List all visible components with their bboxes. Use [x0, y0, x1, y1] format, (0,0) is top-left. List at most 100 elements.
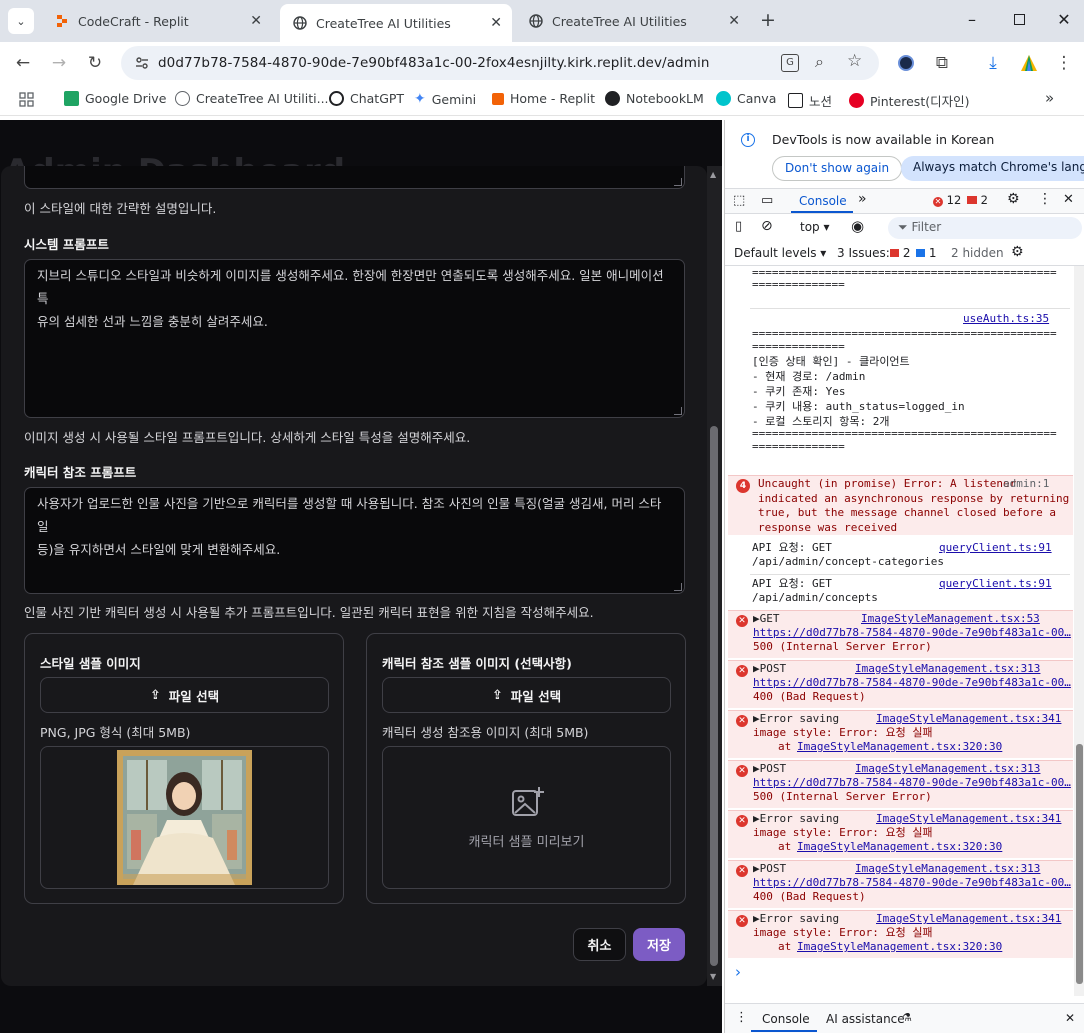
issues-error-count[interactable]: 2	[890, 246, 910, 260]
close-icon[interactable]: ✕	[490, 15, 502, 31]
console-error-post[interactable]: ✕ ▶POST ImageStyleManagement.tsx:313 htt…	[728, 860, 1073, 908]
stack-link[interactable]: ImageStyleManagement.tsx:320:30	[797, 940, 1002, 953]
request-url[interactable]: https://d0d77b78-7584-4870-90de-7e90bf48…	[753, 876, 1071, 889]
console-error-post[interactable]: ✕ ▶POST ImageStyleManagement.tsx:313 htt…	[728, 760, 1073, 808]
source-link[interactable]: ImageStyleManagement.tsx:341	[876, 912, 1061, 925]
console-error-get[interactable]: ✕ ▶GET ImageStyleManagement.tsx:53 https…	[728, 610, 1073, 658]
description-textarea[interactable]	[24, 166, 685, 189]
drawer-tab-ai-assistance[interactable]: AI assistance	[826, 1012, 905, 1026]
source-link[interactable]: ImageStyleManagement.tsx:53	[861, 612, 1040, 625]
source-link[interactable]: ImageStyleManagement.tsx:313	[855, 862, 1040, 875]
bookmark-gemini[interactable]: ✦ Gemini	[414, 91, 476, 107]
sidebar-toggle-icon[interactable]: ▯	[735, 219, 742, 234]
source-link-useauth[interactable]: useAuth.ts:35	[963, 312, 1049, 325]
close-devtools-icon[interactable]: ✕	[1063, 192, 1074, 207]
maximize-icon[interactable]	[1009, 10, 1029, 29]
close-window-icon[interactable]: ✕	[1054, 10, 1074, 29]
cancel-button[interactable]: 취소	[573, 928, 626, 961]
context-selector[interactable]: top ▾	[800, 220, 830, 234]
console-error-saving[interactable]: ✕ ▶Error saving ImageStyleManagement.tsx…	[728, 710, 1073, 758]
bookmark-createtree[interactable]: CreateTree AI Utiliti...	[175, 91, 329, 106]
issues-label[interactable]: 3 Issues:	[837, 246, 890, 260]
close-drawer-icon[interactable]: ✕	[1065, 1011, 1075, 1025]
drawer-tab-console[interactable]: Console	[762, 1012, 810, 1026]
warn-count-badge[interactable]: 2	[967, 193, 988, 207]
character-file-select-button[interactable]: ⇪ 파일 선택	[382, 677, 671, 713]
console-error-saving[interactable]: ✕ ▶Error saving ImageStyleManagement.tsx…	[728, 810, 1073, 858]
error-source[interactable]: admin:1	[1003, 477, 1049, 490]
console-settings-icon[interactable]: ⚙	[1011, 244, 1024, 260]
zoom-icon[interactable]: ⌕	[815, 52, 824, 72]
console-scrollbar-thumb[interactable]	[1076, 744, 1083, 984]
request-url[interactable]: https://d0d77b78-7584-4870-90de-7e90bf48…	[753, 676, 1071, 689]
tab-createtree-active[interactable]: CreateTree AI Utilities ✕	[280, 4, 512, 42]
translate-icon[interactable]: G	[781, 54, 799, 72]
bookmark-google-drive[interactable]: Google Drive	[64, 91, 166, 106]
scrollbar-thumb[interactable]	[710, 426, 718, 966]
console-error-saving[interactable]: ✕ ▶Error saving ImageStyleManagement.tsx…	[728, 910, 1073, 958]
close-icon[interactable]: ✕	[250, 13, 262, 29]
bookmark-notebooklm[interactable]: NotebookLM	[605, 91, 704, 106]
reload-icon[interactable]: ↻	[85, 53, 105, 73]
close-icon[interactable]: ✕	[728, 13, 740, 29]
stack-link[interactable]: ImageStyleManagement.tsx:320:30	[797, 740, 1002, 753]
request-url[interactable]: https://d0d77b78-7584-4870-90de-7e90bf48…	[753, 776, 1071, 789]
dialog-scrollbar[interactable]: ▲ ▼	[707, 166, 722, 986]
more-bookmarks-icon[interactable]: »	[1045, 89, 1054, 107]
profile-icon[interactable]	[1019, 53, 1039, 73]
tab-console[interactable]: Console	[799, 194, 847, 208]
devtools-menu-icon[interactable]: ⋮	[1038, 191, 1052, 207]
issues-info-count[interactable]: 1	[916, 246, 936, 260]
settings-gear-icon[interactable]: ⚙	[1007, 191, 1020, 207]
bookmark-chatgpt[interactable]: ChatGPT	[329, 91, 404, 106]
tab-codecraft[interactable]: CodeCraft - Replit ✕	[42, 6, 272, 36]
device-toolbar-icon[interactable]: ▭	[761, 193, 773, 208]
eye-icon[interactable]: ◉	[851, 217, 864, 235]
extension-circle-icon[interactable]	[896, 53, 916, 73]
dont-show-again-button[interactable]: Don't show again	[772, 156, 903, 181]
scroll-down-icon[interactable]: ▼	[710, 972, 716, 981]
save-button[interactable]: 저장	[633, 928, 685, 961]
site-info-icon[interactable]	[133, 54, 151, 72]
console-error-uncaught[interactable]: 4 Uncaught (in promise) Error: A listene…	[728, 475, 1073, 535]
character-prompt-textarea[interactable]: 사용자가 업로드한 인물 사진을 기반으로 캐릭터를 생성할 때 사용됩니다. …	[24, 487, 685, 594]
scroll-up-icon[interactable]: ▲	[710, 170, 716, 179]
style-file-select-button[interactable]: ⇪ 파일 선택	[40, 677, 329, 713]
drawer-menu-icon[interactable]: ⋮	[735, 1010, 748, 1025]
system-prompt-textarea[interactable]: 지브리 스튜디오 스타일과 비슷하게 이미지를 생성해주세요. 한장에 한장면만…	[24, 259, 685, 418]
more-tabs-icon[interactable]: »	[858, 191, 867, 207]
source-link[interactable]: ImageStyleManagement.tsx:341	[876, 712, 1061, 725]
tab-search-button[interactable]: ⌄	[8, 8, 34, 34]
back-arrow-icon[interactable]: ←	[13, 53, 33, 73]
source-link[interactable]: ImageStyleManagement.tsx:313	[855, 762, 1040, 775]
always-match-language-button[interactable]: Always match Chrome's language	[901, 156, 1084, 181]
tab-createtree[interactable]: CreateTree AI Utilities ✕	[516, 6, 750, 36]
resize-grip[interactable]	[674, 178, 682, 186]
resize-grip[interactable]	[674, 583, 682, 591]
new-tab-button[interactable]: +	[760, 9, 776, 31]
bookmark-pinterest[interactable]: Pinterest(디자인)	[849, 91, 969, 110]
bookmark-replit[interactable]: Home - Replit	[492, 91, 595, 106]
error-count-badge[interactable]: ✕ 12	[933, 193, 961, 207]
request-url[interactable]: https://d0d77b78-7584-4870-90de-7e90bf48…	[753, 626, 1071, 639]
source-link[interactable]: ImageStyleManagement.tsx:313	[855, 662, 1040, 675]
apps-grid-icon[interactable]	[19, 92, 34, 107]
filter-input[interactable]: ⏷ Filter	[888, 217, 1082, 239]
extensions-puzzle-icon[interactable]: ⧉	[932, 53, 952, 73]
source-link[interactable]: ImageStyleManagement.tsx:341	[876, 812, 1061, 825]
clear-console-icon[interactable]: ⊘	[761, 218, 773, 234]
menu-kebab-icon[interactable]: ⋮	[1054, 53, 1074, 73]
bookmark-notion[interactable]: 노션	[788, 91, 832, 110]
source-link-queryclient[interactable]: queryClient.ts:91	[939, 541, 1052, 554]
minimize-icon[interactable]: –	[962, 10, 982, 29]
download-icon[interactable]: ⤓	[983, 53, 1003, 73]
source-link-queryclient[interactable]: queryClient.ts:91	[939, 577, 1052, 590]
stack-link[interactable]: ImageStyleManagement.tsx:320:30	[797, 840, 1002, 853]
address-bar[interactable]: d0d77b78-7584-4870-90de-7e90bf483a1c-00-…	[121, 46, 879, 80]
console-prompt[interactable]: ›	[735, 963, 741, 981]
default-levels-dropdown[interactable]: Default levels ▾	[734, 246, 826, 260]
inspect-element-icon[interactable]: ⬚	[733, 193, 745, 208]
forward-arrow-icon[interactable]: →	[49, 53, 69, 73]
bookmark-canva[interactable]: Canva	[716, 91, 776, 106]
console-scrollbar[interactable]	[1074, 266, 1084, 996]
